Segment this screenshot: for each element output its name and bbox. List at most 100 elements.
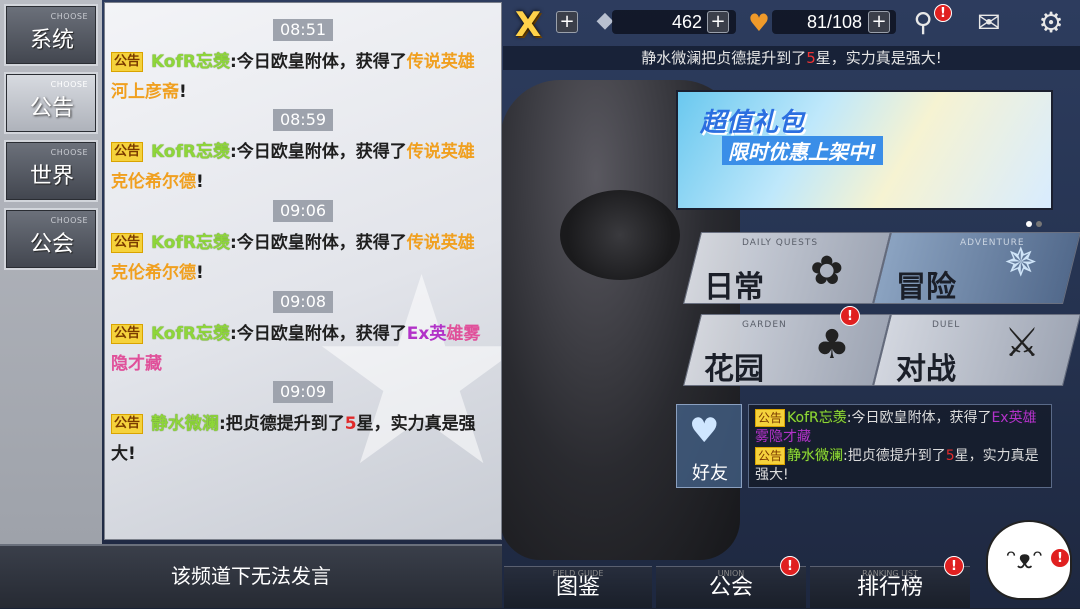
chat-channel-sidebar: CHOOSE 系统 CHOOSE 公告 CHOOSE 世界 CHOOSE 公会 [0,0,102,544]
marquee-num: 5 [806,49,816,67]
marquee-post: 星，实力真是强大! [815,49,942,67]
handshake-icon: ♥ [689,411,720,451]
message-time: 09:08 [273,291,333,313]
chat-message: 08:59 公告 KofR忘羡:今日欧皇附体，获得了传说英雄克伦希尔德! [105,109,501,197]
tab-system[interactable]: CHOOSE 系统 [4,4,98,66]
message-text: :今日欧皇附体，获得了 [229,142,407,162]
message-user[interactable]: KofR忘羡 [151,142,230,162]
marquee-pre: 静水微澜把贞德提升到了 [641,49,807,67]
broadcast-marquee: 静水微澜把贞德提升到了5星，实力真是强大! [503,46,1080,70]
chat-message-panel[interactable]: ★ 08:51 公告 KofR忘羡:今日欧皇附体，获得了传说英雄河上彦斋! 08… [104,2,502,540]
message-text: :今日欧皇附体，获得了 [229,52,407,72]
daily-quests-label: 日常 [704,270,764,305]
announcement-tag: 公告 [111,142,144,162]
mini-chat-line: 公告 KofR忘羡:今日欧皇附体，获得了Ex英雄雾隐才藏 [755,409,1045,447]
banner-pager-dots [1022,212,1042,231]
close-chat-button[interactable]: X [508,6,548,44]
garden-en-label: GARDEN [742,320,787,330]
mini-chat-text: :把贞德提升到了 [843,448,946,464]
tab-label: 公会 [30,232,75,257]
garden-label: 花园 [704,352,764,387]
mail-icon[interactable]: ✉ [972,8,1006,38]
adventure-compass-icon: ✵ [1004,240,1038,286]
mini-chat-user: KofR忘羡 [787,410,847,426]
message-text: :把贞德提升到了 [218,414,345,434]
announcement-tag: 公告 [111,52,144,72]
daily-quests-en-label: DAILY QUESTS [742,238,819,248]
message-user[interactable]: KofR忘羡 [151,324,230,344]
mini-chat-text: :今日欧皇附体，获得了 [846,410,992,426]
message-time: 09:06 [273,200,333,222]
message-body: 公告 KofR忘羡:今日欧皇附体，获得了传说英雄克伦希尔德! [111,228,487,288]
add-stamina-button[interactable]: + [868,11,890,33]
tab-guild[interactable]: CHOOSE 公会 [4,208,98,270]
mini-chat-user: 静水微澜 [787,448,844,464]
guild-notification-badge: ! [780,556,800,576]
announcement-tag: 公告 [111,233,144,253]
tab-label: 世界 [30,164,75,189]
announcement-tag: 公告 [755,447,786,465]
message-body: 公告 KofR忘羡:今日欧皇附体，获得了传说英雄克伦希尔德! [111,137,487,197]
message-time: 08:51 [273,19,333,41]
announcement-tag: 公告 [111,324,144,344]
tab-choose-label: CHOOSE [50,148,88,157]
message-body: 公告 KofR忘羡:今日欧皇附体，获得了传说英雄河上彦斋! [111,47,487,107]
tab-choose-label: CHOOSE [50,216,88,225]
mini-chat-num: 5 [945,448,955,464]
friends-label: 好友 [692,463,728,484]
pager-dot [1026,221,1032,227]
chat-message: 09:06 公告 KofR忘羡:今日欧皇附体，获得了传说英雄克伦希尔德! [105,200,501,288]
garden-notification-badge: ! [840,306,860,326]
add-gems-plus-button[interactable]: + [556,11,578,33]
duel-en-label: DUEL [932,320,961,330]
add-diamonds-button[interactable]: + [707,11,729,33]
gift-pack-banner[interactable]: 超值礼包 限时优惠上架中! [676,90,1053,210]
message-body: 公告 KofR忘羡:今日欧皇附体，获得了Ex英雄雾隐才藏 [111,319,487,379]
announcement-tag: 公告 [111,414,144,434]
message-end: ! [196,263,204,283]
mini-chat-preview[interactable]: 公告 KofR忘羡:今日欧皇附体，获得了Ex英雄雾隐才藏 公告 静水微澜:把贞德提升… [748,404,1052,488]
chat-input-disabled-bar: 该频道下无法发言 [0,544,502,608]
message-item: Ex英 [406,324,447,344]
message-end: ! [179,82,187,102]
message-num: 5 [344,414,357,434]
machine-detail [560,190,680,280]
atlas-en-label: FIELD GUIDE [552,569,604,578]
mascot-face-icon: ᵔᴥᵔ [1006,545,1044,575]
tab-choose-label: CHOOSE [50,12,88,21]
chat-message: 09:08 公告 KofR忘羡:今日欧皇附体，获得了Ex英雄雾隐才藏 [105,291,501,379]
message-user[interactable]: KofR忘羡 [151,233,230,253]
duel-crossed-swords-icon: ⚔ [1004,320,1040,366]
message-text: :今日欧皇附体，获得了 [229,233,407,253]
chat-message: 08:51 公告 KofR忘羡:今日欧皇附体，获得了传说英雄河上彦斋! [105,19,501,107]
banner-title: 超值礼包 [700,108,805,138]
ranking-notification-badge: ! [944,556,964,576]
message-time: 08:59 [273,109,333,131]
chat-message: 09:09 公告 静水微澜:把贞德提升到了5星，实力真是强大! [105,381,501,469]
tab-announcement[interactable]: CHOOSE 公告 [4,72,98,134]
adventure-label: 冒险 [896,270,956,305]
daily-quests-icon: ✿ [810,248,844,294]
atlas-nav-button[interactable]: FIELD GUIDE 图鉴 [504,566,652,608]
message-user[interactable]: 静水微澜 [151,414,219,434]
announcement-tag: 公告 [755,409,786,427]
tab-world[interactable]: CHOOSE 世界 [4,140,98,202]
gift-notification-badge: ! [934,4,952,22]
tab-label: 公告 [30,96,75,121]
tab-label: 系统 [30,28,75,53]
message-end: ! [196,172,204,192]
message-user[interactable]: KofR忘羡 [151,52,230,72]
tab-choose-label: CHOOSE [50,80,88,89]
friends-button[interactable]: ♥ 好友 [676,404,742,488]
message-time: 09:09 [273,381,333,403]
mini-chat-line: 公告 静水微澜:把贞德提升到了5星，实力真是强大! [755,447,1045,485]
garden-tree-icon: ♣ [814,322,850,368]
duel-label: 对战 [896,352,956,387]
message-body: 公告 静水微澜:把贞德提升到了5星，实力真是强大! [111,409,487,469]
mascot-notification-badge: ! [1050,548,1070,568]
settings-gear-icon[interactable]: ⚙ [1034,8,1068,38]
pager-dot [1036,221,1042,227]
heart-icon: ♥ [748,9,770,37]
message-text: :今日欧皇附体，获得了 [229,324,407,344]
banner-subtitle: 限时优惠上架中! [722,136,884,165]
